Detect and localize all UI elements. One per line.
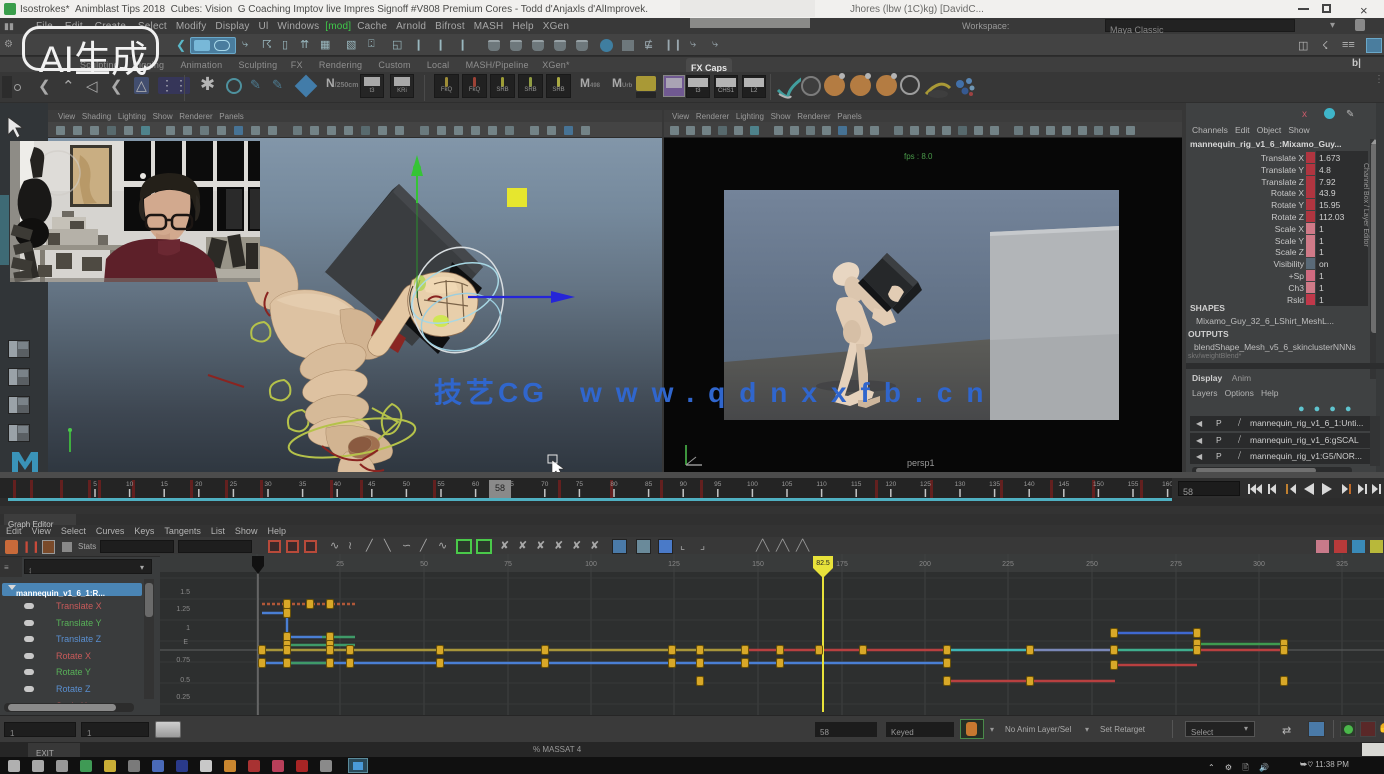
svg-text:60: 60 [472,481,480,488]
svg-text:1.25: 1.25 [176,606,190,613]
svg-text:115: 115 [851,481,862,488]
svg-text:25: 25 [336,561,344,568]
svg-text:130: 130 [955,481,966,488]
svg-text:35: 35 [299,481,307,488]
svg-text:1: 1 [186,625,190,632]
svg-text:125: 125 [920,481,931,488]
svg-text:140: 140 [1024,481,1035,488]
svg-text:25: 25 [230,481,238,488]
svg-text:225: 225 [1002,561,1014,568]
svg-text:145: 145 [1058,481,1069,488]
svg-text:30: 30 [264,481,272,488]
svg-text:58: 58 [495,483,505,493]
svg-text:90: 90 [680,481,688,488]
svg-text:150: 150 [1093,481,1104,488]
svg-text:10: 10 [126,481,134,488]
svg-text:40: 40 [334,481,342,488]
svg-text:160: 160 [1162,481,1172,488]
svg-text:0.75: 0.75 [176,657,190,664]
svg-text:125: 125 [668,561,680,568]
svg-text:250: 250 [1086,561,1098,568]
svg-text:75: 75 [504,561,512,568]
svg-text:135: 135 [989,481,1000,488]
svg-text:20: 20 [195,481,203,488]
svg-text:15: 15 [161,481,169,488]
svg-text:325: 325 [1336,561,1348,568]
svg-text:45: 45 [368,481,376,488]
svg-text:100: 100 [585,561,597,568]
svg-text:70: 70 [541,481,549,488]
svg-text:5: 5 [93,481,97,488]
svg-text:300: 300 [1253,561,1265,568]
svg-text:105: 105 [782,481,793,488]
svg-text:85: 85 [645,481,653,488]
svg-text:120: 120 [885,481,896,488]
svg-text:55: 55 [437,481,445,488]
svg-text:0.5: 0.5 [180,677,190,684]
svg-text:100: 100 [747,481,758,488]
svg-text:95: 95 [714,481,722,488]
svg-text:275: 275 [1170,561,1182,568]
svg-text:200: 200 [919,561,931,568]
svg-text:75: 75 [576,481,584,488]
svg-text:50: 50 [403,481,411,488]
svg-text:110: 110 [816,481,827,488]
svg-text:E: E [183,639,188,646]
svg-text:155: 155 [1128,481,1139,488]
svg-text:175: 175 [836,561,848,568]
svg-text:50: 50 [420,561,428,568]
svg-text:150: 150 [752,561,764,568]
svg-text:80: 80 [610,481,618,488]
svg-text:0.25: 0.25 [176,694,190,701]
svg-text:1.5: 1.5 [180,589,190,596]
svg-text:82.5: 82.5 [816,560,830,567]
